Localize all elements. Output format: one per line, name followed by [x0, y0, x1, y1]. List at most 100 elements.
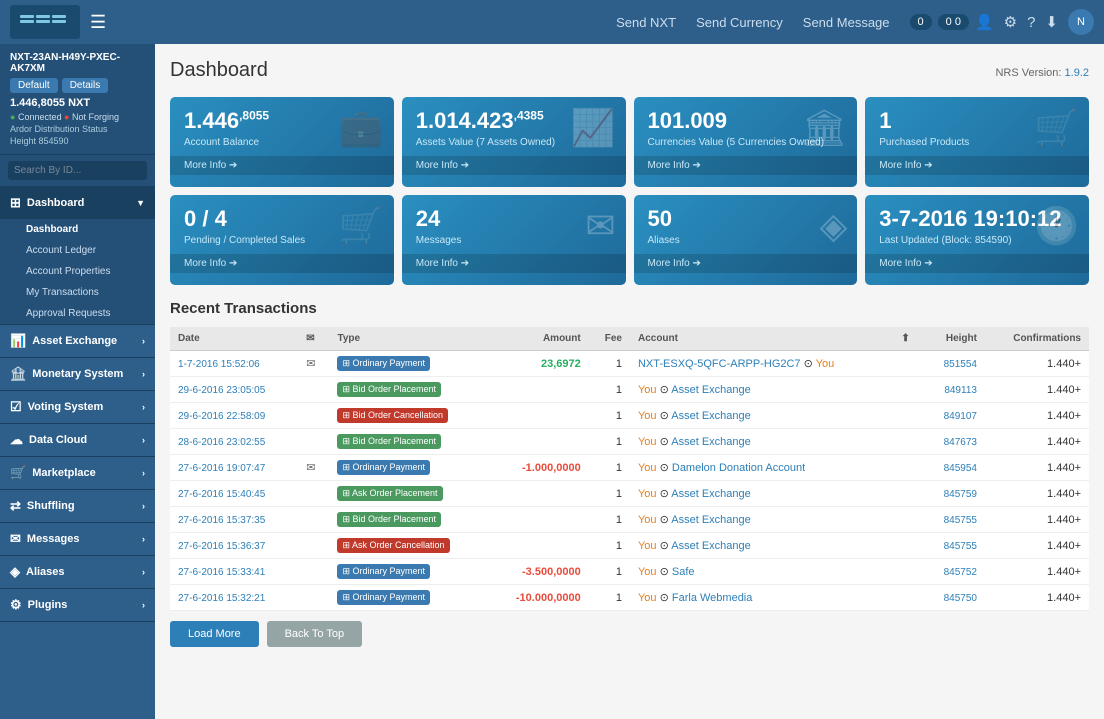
card-footer-5[interactable]: More Info ➔ — [402, 254, 626, 273]
height-link[interactable]: 845954 — [944, 463, 977, 474]
nrs-version-link[interactable]: 1.9.2 — [1065, 67, 1089, 79]
sidebar-section-asset-exchange: 📊Asset Exchange› — [0, 325, 155, 358]
height-link[interactable]: 845752 — [944, 567, 977, 578]
topnav-links: Send NXT Send Currency Send Message — [616, 15, 889, 30]
sidebar-sub-item-dashboard-main[interactable]: Dashboard — [0, 219, 155, 240]
logo[interactable] — [10, 5, 80, 39]
card-footer-6[interactable]: More Info ➔ — [634, 254, 858, 273]
sidebar-sub-item-account-ledger[interactable]: Account Ledger — [0, 240, 155, 261]
sidebar-item-messages[interactable]: ✉Messages› — [0, 523, 155, 555]
card-footer-4[interactable]: More Info ➔ — [170, 254, 394, 273]
account-link[interactable]: NXT-ESXQ-5QFC-ARPP-HG2C7 — [638, 358, 801, 370]
date-link[interactable]: 28-6-2016 23:02:55 — [178, 437, 265, 448]
card-icon-3: 🛒 — [1034, 107, 1079, 149]
account-link[interactable]: Safe — [672, 566, 695, 578]
sidebar-item-marketplace[interactable]: 🛒Marketplace› — [0, 457, 155, 489]
send-message-link[interactable]: Send Message — [803, 15, 890, 30]
card-footer-3[interactable]: More Info ➔ — [865, 156, 1089, 175]
badge-1[interactable]: 0 — [910, 14, 932, 30]
topnav-icons: 👤 ⚙ ? ⬇ N — [975, 9, 1094, 35]
col-msg: ✉ — [298, 327, 329, 351]
card-footer-7[interactable]: More Info ➔ — [865, 254, 1089, 273]
height-link[interactable]: 845759 — [944, 489, 977, 500]
table-row: 27-6-2016 15:37:35 ⊞ Bid Order Placement… — [170, 507, 1089, 533]
sidebar-sub-item-account-properties[interactable]: Account Properties — [0, 261, 155, 282]
account-link[interactable]: Asset Exchange — [671, 514, 751, 526]
details-button[interactable]: Details — [62, 78, 109, 93]
cell-height: 845755 — [924, 533, 985, 559]
sidebar-account: NXT-23AN-H49Y-PXEC-AK7XM Default Details… — [0, 44, 155, 155]
sidebar-label-plugins: Plugins — [28, 599, 68, 611]
col-amount: Amount — [488, 327, 588, 351]
cell-date: 28-6-2016 23:02:55 — [170, 429, 298, 455]
you-badge: You — [638, 592, 657, 604]
cell-height: 845759 — [924, 481, 985, 507]
avatar[interactable]: N — [1068, 9, 1094, 35]
search-input[interactable] — [8, 161, 147, 180]
sidebar-nav: ⊞Dashboard▼DashboardAccount LedgerAccoun… — [0, 187, 155, 719]
cell-fee: 1 — [589, 377, 630, 403]
height-link[interactable]: 845750 — [944, 593, 977, 604]
card-footer-1[interactable]: More Info ➔ — [402, 156, 626, 175]
sidebar-item-dashboard[interactable]: ⊞Dashboard▼ — [0, 187, 155, 219]
date-link[interactable]: 27-6-2016 19:07:47 — [178, 463, 265, 474]
help-icon[interactable]: ? — [1027, 14, 1035, 31]
account-link[interactable]: Asset Exchange — [671, 410, 751, 422]
type-badge: ⊞ Ordinary Payment — [337, 356, 430, 371]
sidebar-item-plugins[interactable]: ⚙Plugins› — [0, 589, 155, 621]
height-link[interactable]: 851554 — [944, 359, 977, 370]
download-icon[interactable]: ⬇ — [1045, 13, 1058, 31]
height-link[interactable]: 845755 — [944, 541, 977, 552]
height-link[interactable]: 849107 — [944, 411, 977, 422]
date-link[interactable]: 29-6-2016 23:05:05 — [178, 385, 265, 396]
date-link[interactable]: 27-6-2016 15:33:41 — [178, 567, 265, 578]
send-nxt-link[interactable]: Send NXT — [616, 15, 676, 30]
sidebar-item-monetary-system[interactable]: 🏦Monetary System› — [0, 358, 155, 390]
send-currency-link[interactable]: Send Currency — [696, 15, 783, 30]
sidebar-item-asset-exchange[interactable]: 📊Asset Exchange› — [0, 325, 155, 357]
date-link[interactable]: 27-6-2016 15:32:21 — [178, 593, 265, 604]
default-button[interactable]: Default — [10, 78, 58, 93]
message-icon: ✉ — [306, 462, 315, 474]
sidebar-sub-item-my-transactions[interactable]: My Transactions — [0, 282, 155, 303]
badge-2[interactable]: 0 0 — [938, 14, 969, 30]
account-link[interactable]: Damelon Donation Account — [672, 462, 805, 474]
sidebar-item-shuffling[interactable]: ⇄Shuffling› — [0, 490, 155, 522]
date-link[interactable]: 29-6-2016 22:58:09 — [178, 411, 265, 422]
sidebar-sub-item-approval-requests[interactable]: Approval Requests — [0, 303, 155, 324]
date-link[interactable]: 27-6-2016 15:40:45 — [178, 489, 265, 500]
account-link[interactable]: Farla Webmedia — [672, 592, 753, 604]
dashboard-card-4: 🛒 0 / 4 Pending / Completed Sales More I… — [170, 195, 394, 285]
account-link[interactable]: Asset Exchange — [671, 488, 751, 500]
sidebar-item-data-cloud[interactable]: ☁Data Cloud› — [0, 424, 155, 456]
sidebar-item-voting-system[interactable]: ☑Voting System› — [0, 391, 155, 423]
account-link[interactable]: Asset Exchange — [671, 436, 751, 448]
card-footer-0[interactable]: More Info ➔ — [170, 156, 394, 175]
cell-type: ⊞ Bid Order Cancellation — [329, 403, 488, 429]
height-link[interactable]: 847673 — [944, 437, 977, 448]
cell-msg — [298, 481, 329, 507]
date-link[interactable]: 27-6-2016 15:37:35 — [178, 515, 265, 526]
you-badge: You — [638, 410, 657, 422]
account-link[interactable]: Asset Exchange — [671, 384, 751, 396]
cell-type: ⊞ Ordinary Payment — [329, 559, 488, 585]
cell-flag — [893, 507, 923, 533]
card-icon-5: ✉ — [585, 205, 615, 247]
person-icon[interactable]: 👤 — [975, 13, 994, 31]
sidebar-item-aliases[interactable]: ◈Aliases› — [0, 556, 155, 588]
table-row: 27-6-2016 19:07:47 ✉ ⊞ Ordinary Payment … — [170, 455, 1089, 481]
account-link[interactable]: Asset Exchange — [671, 540, 751, 552]
date-link[interactable]: 27-6-2016 15:36:37 — [178, 541, 265, 552]
hamburger-icon[interactable]: ☰ — [90, 12, 106, 33]
topnav: ☰ Send NXT Send Currency Send Message 0 … — [0, 0, 1104, 44]
transactions-body: 1-7-2016 15:52:06 ✉ ⊞ Ordinary Payment 2… — [170, 351, 1089, 611]
date-link[interactable]: 1-7-2016 15:52:06 — [178, 359, 260, 370]
height-link[interactable]: 849113 — [944, 385, 977, 396]
height-link[interactable]: 845755 — [944, 515, 977, 526]
cell-type: ⊞ Bid Order Placement — [329, 377, 488, 403]
load-more-button[interactable]: Load More — [170, 621, 259, 647]
gear-icon[interactable]: ⚙ — [1004, 13, 1017, 31]
back-to-top-button[interactable]: Back To Top — [267, 621, 363, 647]
chevron-monetary-system: › — [142, 369, 145, 379]
card-footer-2[interactable]: More Info ➔ — [634, 156, 858, 175]
